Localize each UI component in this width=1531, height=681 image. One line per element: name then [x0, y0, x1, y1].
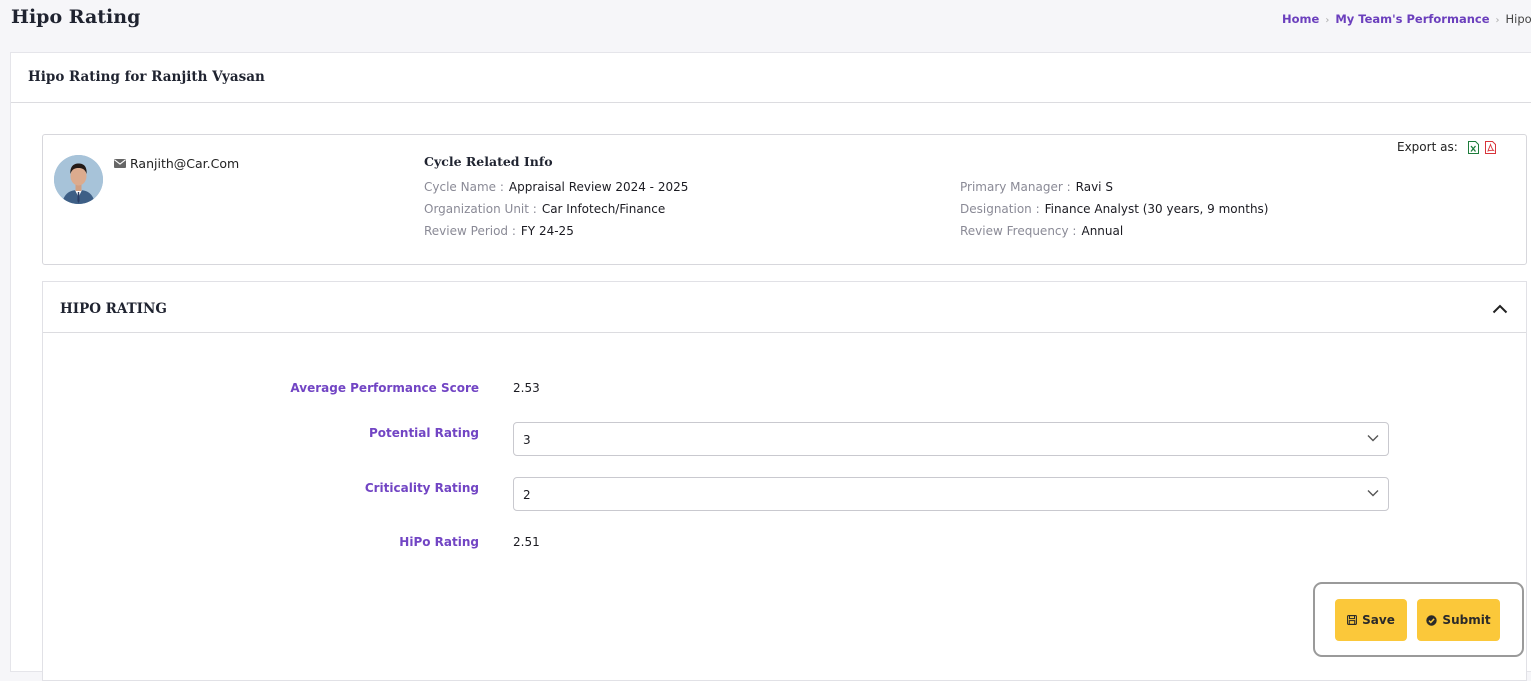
designation-value: Finance Analyst (30 years, 9 months): [1044, 202, 1269, 216]
review-frequency-label: Review Frequency :: [960, 224, 1077, 238]
potential-rating-label: Potential Rating: [368, 426, 479, 440]
save-button[interactable]: Save: [1335, 599, 1407, 641]
review-frequency-value: Annual: [1081, 224, 1124, 238]
hipo-rating-title: HIPO RATING: [60, 301, 167, 317]
cycle-info-title: Cycle Related Info: [424, 154, 553, 169]
primary-manager-label: Primary Manager :: [960, 180, 1071, 194]
chevron-down-icon: [1367, 490, 1379, 497]
org-unit-value: Car Infotech/Finance: [541, 202, 666, 216]
avatar: [54, 155, 103, 204]
save-button-label: Save: [1362, 613, 1395, 627]
envelope-icon: [114, 159, 126, 168]
hipo-rating-header[interactable]: HIPO RATING: [43, 282, 1526, 333]
breadcrumb-home-link[interactable]: Home: [1282, 12, 1319, 26]
breadcrumb-team-link[interactable]: My Team's Performance: [1335, 12, 1489, 26]
primary-manager-value: Ravi S: [1075, 180, 1113, 194]
submit-button[interactable]: Submit: [1417, 599, 1500, 641]
employee-info-card: Ranjith@Car.Com Cycle Related Info Cycle…: [42, 134, 1527, 265]
review-period-row: Review Period : FY 24-25: [424, 224, 574, 238]
pdf-icon[interactable]: [1484, 140, 1496, 154]
review-period-value: FY 24-25: [520, 224, 574, 238]
chevron-down-icon: [1367, 435, 1379, 442]
org-unit-row: Organization Unit : Car Infotech/Finance: [424, 202, 665, 216]
avg-score-value: 2.53: [513, 381, 540, 395]
cycle-name-row: Cycle Name : Appraisal Review 2024 - 2025: [424, 180, 688, 194]
chevron-up-icon[interactable]: [1492, 304, 1508, 314]
potential-rating-value: 3: [523, 433, 531, 447]
cycle-name-value: Appraisal Review 2024 - 2025: [508, 180, 689, 194]
excel-icon[interactable]: [1467, 140, 1479, 154]
criticality-rating-select[interactable]: 2: [513, 477, 1389, 511]
breadcrumb-separator-icon: ›: [1325, 15, 1330, 26]
org-unit-label: Organization Unit :: [424, 202, 537, 216]
avatar-image: [54, 155, 103, 204]
designation-label: Designation :: [960, 202, 1040, 216]
breadcrumb: Home › My Team's Performance › Hipo Rating: [1282, 12, 1531, 28]
cycle-name-label: Cycle Name :: [424, 180, 504, 194]
export-section: Export as:: [1397, 140, 1496, 154]
employee-email-text: Ranjith@Car.Com: [130, 156, 240, 171]
hipo-rating-result-value: 2.51: [513, 535, 540, 549]
submit-button-label: Submit: [1442, 613, 1491, 627]
check-circle-icon: [1426, 614, 1438, 626]
export-label: Export as:: [1397, 140, 1458, 154]
save-icon: [1347, 615, 1358, 625]
designation-row: Designation : Finance Analyst (30 years, …: [960, 202, 1269, 216]
employee-email: Ranjith@Car.Com: [114, 156, 239, 171]
review-period-label: Review Period :: [424, 224, 516, 238]
potential-rating-select[interactable]: 3: [513, 422, 1389, 456]
breadcrumb-current: Hipo Rating: [1505, 12, 1531, 26]
review-frequency-row: Review Frequency : Annual: [960, 224, 1123, 238]
hipo-rating-card: HIPO RATING Average Performance Score 2.…: [42, 281, 1527, 681]
page-title: Hipo Rating: [11, 6, 141, 28]
criticality-rating-value: 2: [523, 488, 531, 502]
criticality-rating-label: Criticality Rating: [364, 481, 479, 495]
hipo-rating-result-label: HiPo Rating: [399, 535, 479, 549]
card-header-title: Hipo Rating for Ranjith Vyasan: [11, 53, 1531, 103]
breadcrumb-separator-icon: ›: [1495, 15, 1500, 26]
avg-score-label: Average Performance Score: [290, 381, 479, 395]
primary-manager-row: Primary Manager : Ravi S: [960, 180, 1113, 194]
